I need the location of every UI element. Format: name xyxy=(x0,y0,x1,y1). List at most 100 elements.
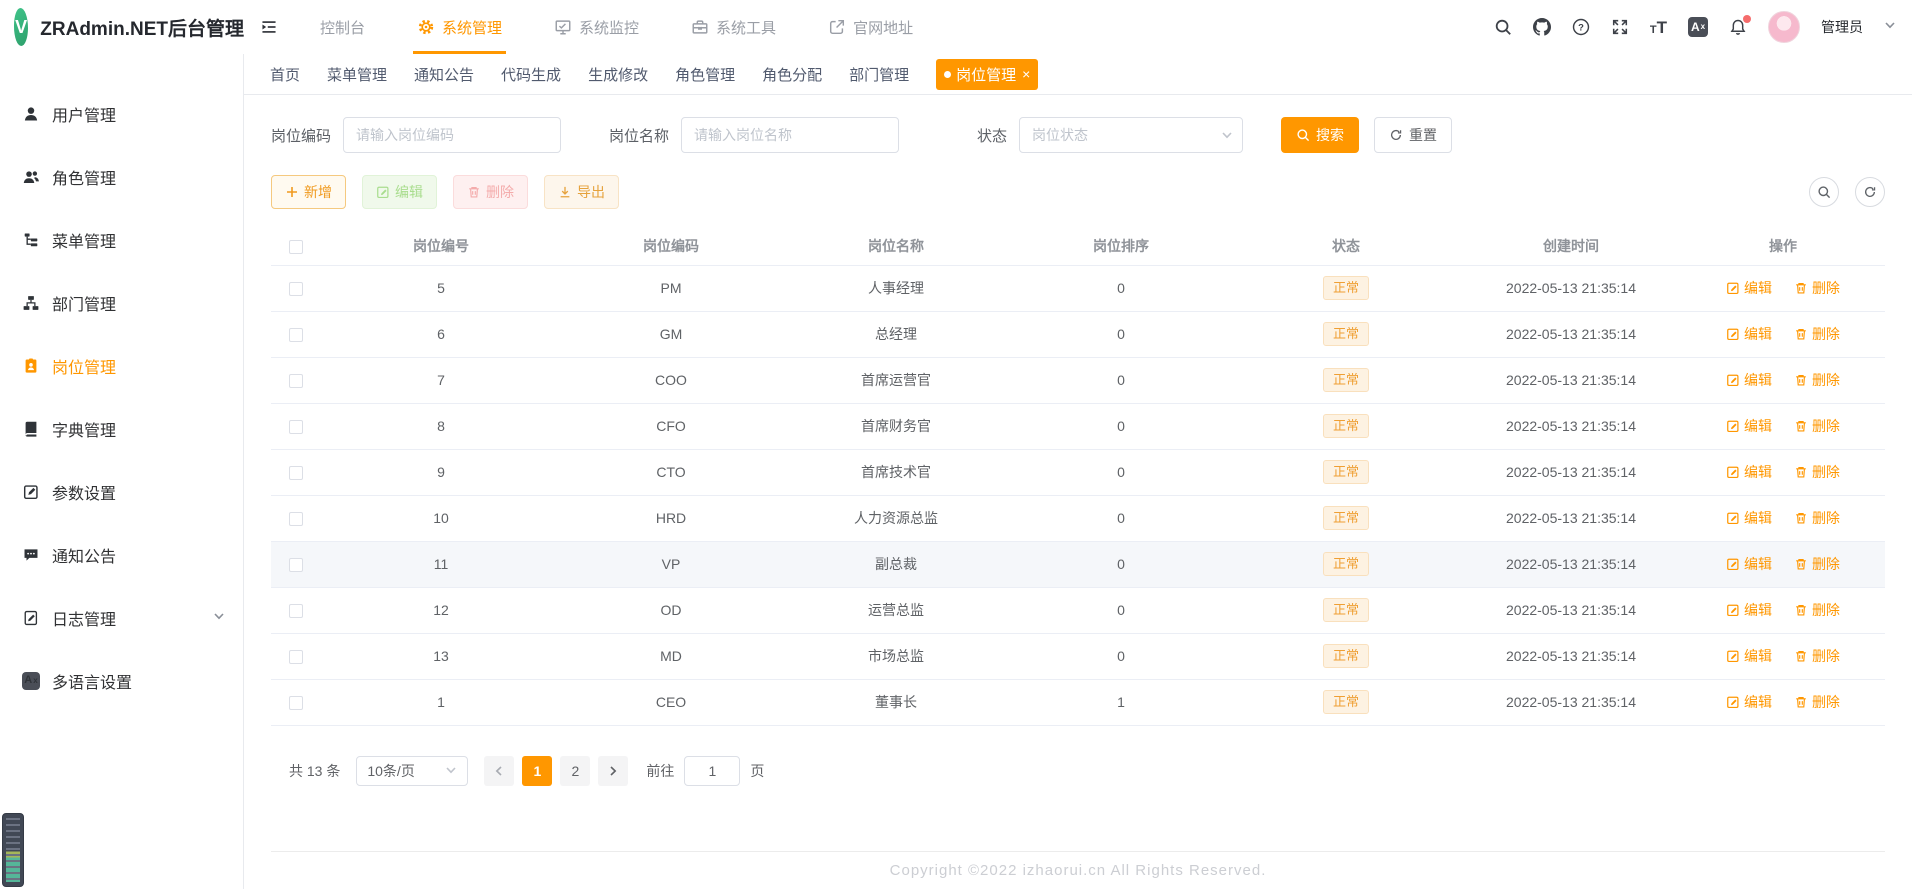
row-checkbox[interactable] xyxy=(289,512,303,527)
tab-code-gen[interactable]: 代码生成 xyxy=(501,64,561,85)
search-button[interactable]: 搜索 xyxy=(1281,117,1360,153)
nav-item-website[interactable]: 官网地址 xyxy=(824,0,917,54)
row-delete-button[interactable]: 删除 xyxy=(1794,508,1840,528)
row-checkbox[interactable] xyxy=(289,374,303,389)
tab-menu-manage[interactable]: 菜单管理 xyxy=(327,64,387,85)
row-checkbox[interactable] xyxy=(289,604,303,619)
tab-close-icon[interactable]: × xyxy=(1022,67,1030,81)
row-delete-button[interactable]: 删除 xyxy=(1794,646,1840,666)
sidebar-collapse-icon[interactable] xyxy=(260,18,278,36)
row-delete-button[interactable]: 删除 xyxy=(1794,278,1840,298)
nav-item-console[interactable]: 控制台 xyxy=(316,0,369,54)
row-delete-button[interactable]: 删除 xyxy=(1794,600,1840,620)
gear-icon xyxy=(417,18,435,36)
fullscreen-icon[interactable] xyxy=(1611,18,1629,36)
sidebar-item-departments[interactable]: 部门管理 xyxy=(0,271,243,334)
post-code-input[interactable] xyxy=(343,117,562,153)
row-delete-button[interactable]: 删除 xyxy=(1794,462,1840,482)
export-button[interactable]: 导出 xyxy=(544,175,619,209)
row-edit-button[interactable]: 编辑 xyxy=(1726,278,1772,298)
row-edit-button[interactable]: 编辑 xyxy=(1726,554,1772,574)
sidebar-item-logs[interactable]: 日志管理 xyxy=(0,586,243,649)
tab-gen-edit[interactable]: 生成修改 xyxy=(588,64,648,85)
sidebar-item-parameters[interactable]: 参数设置 xyxy=(0,460,243,523)
cell-post-id: 1 xyxy=(321,679,561,726)
sidebar-item-menus[interactable]: 菜单管理 xyxy=(0,208,243,271)
tab-post-manage[interactable]: 岗位管理 × xyxy=(936,58,1039,90)
edit-button[interactable]: 编辑 xyxy=(362,175,437,209)
row-edit-button[interactable]: 编辑 xyxy=(1726,600,1772,620)
sidebar-label: 菜单管理 xyxy=(52,233,117,251)
user-name[interactable]: 管理员 xyxy=(1821,17,1863,37)
tab-role-assign[interactable]: 角色分配 xyxy=(762,64,822,85)
row-checkbox[interactable] xyxy=(289,420,303,435)
tab-dept-manage[interactable]: 部门管理 xyxy=(849,64,909,85)
nav-item-system-manage[interactable]: 系统管理 xyxy=(413,0,507,54)
sidebar-label: 部门管理 xyxy=(52,296,117,314)
row-edit-button[interactable]: 编辑 xyxy=(1726,508,1772,528)
dev-console-widget[interactable] xyxy=(2,813,24,887)
tab-role-manage[interactable]: 角色管理 xyxy=(675,64,735,85)
post-name-input[interactable] xyxy=(681,117,900,153)
language-icon[interactable]: Ax xyxy=(1688,17,1708,37)
cell-post-id: 8 xyxy=(321,403,561,450)
row-delete-button[interactable]: 删除 xyxy=(1794,692,1840,712)
row-delete-button[interactable]: 删除 xyxy=(1794,416,1840,436)
row-edit-button[interactable]: 编辑 xyxy=(1726,370,1772,390)
sidebar-item-users[interactable]: 用户管理 xyxy=(0,82,243,145)
goto-page-input[interactable] xyxy=(684,755,741,786)
row-checkbox[interactable] xyxy=(289,466,303,481)
user-avatar[interactable] xyxy=(1768,11,1800,43)
search-icon[interactable] xyxy=(1494,18,1512,36)
github-icon[interactable] xyxy=(1533,18,1551,36)
prev-page-button[interactable] xyxy=(484,755,515,786)
row-edit-button[interactable]: 编辑 xyxy=(1726,692,1772,712)
page-number-2[interactable]: 2 xyxy=(560,755,591,786)
row-delete-button[interactable]: 删除 xyxy=(1794,324,1840,344)
row-edit-button[interactable]: 编辑 xyxy=(1726,324,1772,344)
sidebar-item-posts[interactable]: 岗位管理 xyxy=(0,334,243,397)
font-size-icon[interactable]: TT xyxy=(1650,19,1667,36)
row-checkbox[interactable] xyxy=(289,558,303,573)
sidebar-item-notices[interactable]: 通知公告 xyxy=(0,523,243,586)
row-checkbox[interactable] xyxy=(289,328,303,343)
row-checkbox[interactable] xyxy=(289,650,303,665)
cell-created: 2022-05-13 21:35:14 xyxy=(1461,587,1681,634)
row-checkbox[interactable] xyxy=(289,282,303,297)
page-number-1[interactable]: 1 xyxy=(522,755,553,786)
copyright-text: Copyright ©2022 izhaorui.cn All Rights R… xyxy=(889,862,1267,879)
tab-home[interactable]: 首页 xyxy=(270,64,300,85)
nav-item-system-tools[interactable]: 系统工具 xyxy=(687,0,780,54)
col-post-code: 岗位编码 xyxy=(561,227,781,266)
sidebar-item-i18n[interactable]: Ax 多语言设置 xyxy=(0,649,243,712)
toggle-search-button[interactable] xyxy=(1809,177,1839,207)
cell-post-sort: 0 xyxy=(1011,495,1231,542)
row-edit-button[interactable]: 编辑 xyxy=(1726,646,1772,666)
nav-item-system-monitor[interactable]: 系统监控 xyxy=(550,0,643,54)
row-delete-button[interactable]: 删除 xyxy=(1794,554,1840,574)
row-edit-button[interactable]: 编辑 xyxy=(1726,416,1772,436)
reset-button[interactable]: 重置 xyxy=(1374,117,1453,153)
page-size-select[interactable]: 10条/页 xyxy=(356,755,469,786)
user-menu-chevron-icon[interactable] xyxy=(1884,18,1896,36)
sidebar-item-dictionary[interactable]: 字典管理 xyxy=(0,397,243,460)
cell-post-sort: 0 xyxy=(1011,311,1231,358)
select-all-checkbox[interactable] xyxy=(289,239,303,254)
notification-bell-icon[interactable] xyxy=(1729,15,1751,36)
sidebar-item-roles[interactable]: 角色管理 xyxy=(0,145,243,208)
help-icon[interactable]: ? xyxy=(1572,18,1590,36)
row-edit-button[interactable]: 编辑 xyxy=(1726,462,1772,482)
department-icon xyxy=(22,294,40,312)
delete-button[interactable]: 删除 xyxy=(453,175,528,209)
status-select[interactable] xyxy=(1019,117,1244,153)
row-checkbox[interactable] xyxy=(289,696,303,711)
add-button[interactable]: 新增 xyxy=(271,175,346,209)
active-tab-dot xyxy=(944,70,952,78)
tab-notice[interactable]: 通知公告 xyxy=(414,64,474,85)
row-delete-button[interactable]: 删除 xyxy=(1794,370,1840,390)
status-select-input[interactable] xyxy=(1019,117,1244,153)
settings-edit-icon xyxy=(22,483,40,501)
refresh-table-button[interactable] xyxy=(1855,177,1885,207)
sidebar-label: 用户管理 xyxy=(52,107,117,125)
next-page-button[interactable] xyxy=(598,755,629,786)
